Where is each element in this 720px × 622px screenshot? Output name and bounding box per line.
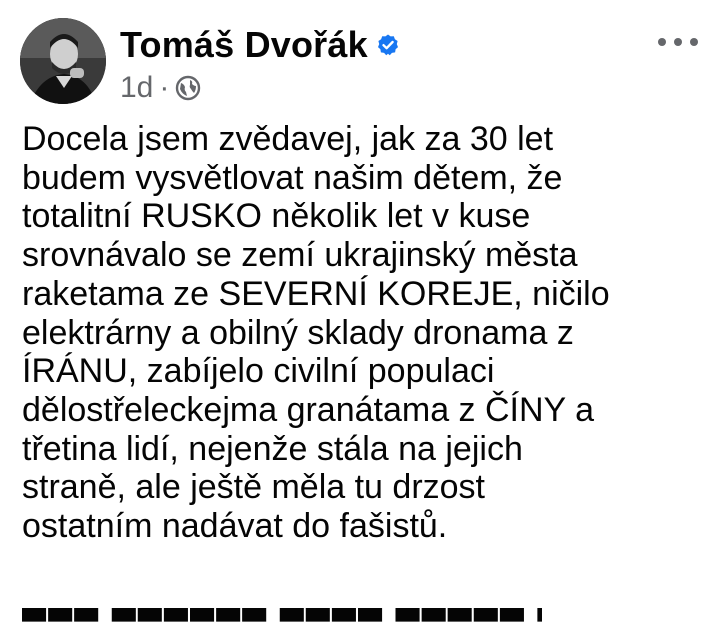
author-name[interactable]: Tomáš Dvořák	[120, 24, 368, 66]
more-dot	[690, 38, 698, 46]
profile-photo	[20, 18, 106, 104]
globe-icon[interactable]	[175, 75, 201, 101]
post-text: Docela jsem zvědavej, jak za 30 let bude…	[22, 120, 712, 546]
meta-separator: ·	[159, 71, 170, 104]
post-text-line: raketama ze SEVERNÍ KOREJE, ničilo	[22, 274, 610, 313]
more-dot	[658, 38, 666, 46]
post-text-line: ÍRÁNU, zabíjelo civilní populaci	[22, 352, 495, 391]
post-text-line: elektrárny a obilný sklady dronama z	[22, 313, 574, 352]
avatar[interactable]	[20, 18, 106, 104]
post-text-line: třetina lidí, nejenže stála na jejich	[22, 429, 523, 468]
post-meta: 1d ·	[120, 68, 201, 108]
post-text-line: dělostřeleckejma granátama z ČÍNY a	[22, 390, 594, 429]
facebook-post: Tomáš Dvořák 1d · Docela jsem zvědavej, …	[0, 0, 720, 622]
post-text-line: totalitní RUSKO několik let v kuse	[22, 197, 531, 236]
more-dot	[674, 38, 682, 46]
post-text-line: straně, ale ještě měla tu drzost	[22, 468, 486, 507]
verified-badge-icon	[376, 33, 400, 57]
more-options-icon[interactable]	[658, 30, 698, 54]
post-text-line: Docela jsem zvědavej, jak za 30 let	[22, 120, 554, 158]
post-text-line: budem vysvětlovat našim dětem, že	[22, 158, 563, 197]
author-line: Tomáš Dvořák	[120, 20, 400, 70]
cut-off-text-line: ▀▀▀ ▀▀▀▀▀▀ ▀▀▀▀ ▀▀▀▀▀ ▀▀▀▀▀▀	[22, 608, 542, 622]
post-text-line: ostatním nadávat do fašistů.	[22, 507, 448, 546]
post-text-line: srovnávalo se zemí ukrajinský města	[22, 236, 578, 275]
post-timestamp[interactable]: 1d	[120, 71, 153, 105]
